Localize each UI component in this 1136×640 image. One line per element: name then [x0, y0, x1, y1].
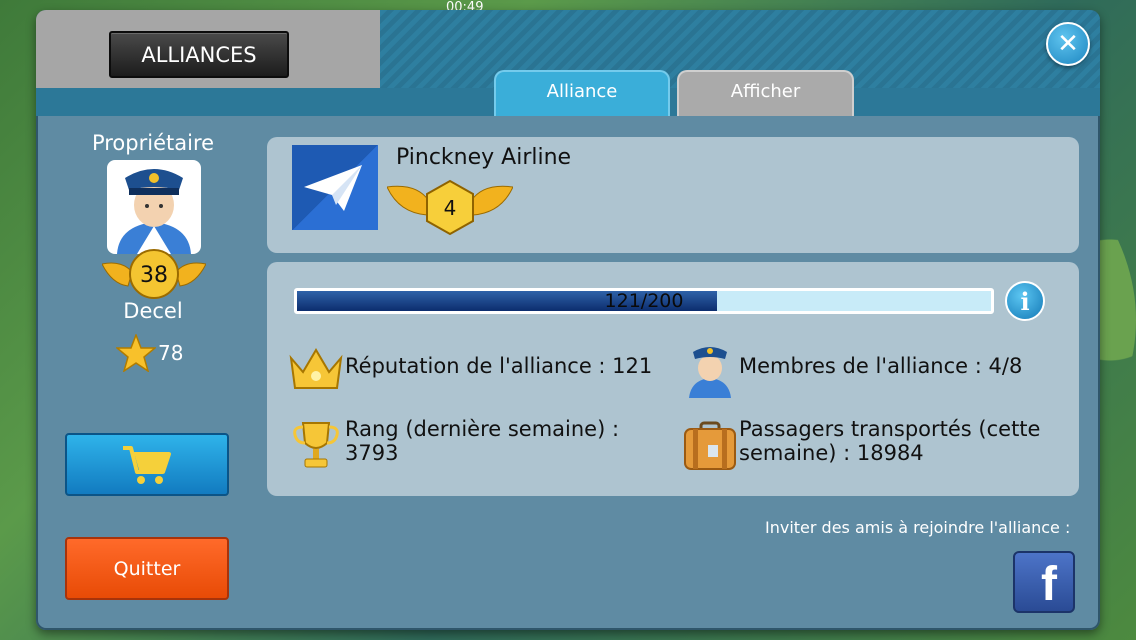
- stat-rank: Rang (dernière semaine) : 3793: [287, 417, 619, 475]
- pilot-avatar-icon: [117, 169, 191, 254]
- alliance-name: Pinckney Airline: [396, 145, 572, 170]
- rank-text: Rang (dernière semaine) : 3793: [345, 417, 619, 465]
- reputation-text: Réputation de l'alliance : 121: [345, 354, 653, 378]
- passengers-line-1: Passagers transportés (cette: [739, 417, 1041, 441]
- members-text: Membres de l'alliance : 4/8: [739, 354, 1023, 378]
- pilot-member-icon: [689, 347, 731, 398]
- owner-name: Decel: [123, 299, 183, 323]
- owner-stars: 78: [116, 334, 184, 372]
- rank-line-2: 3793: [345, 441, 399, 465]
- owner-label: Propriétaire: [91, 131, 215, 155]
- dialog-title: ALLIANCES: [109, 31, 289, 78]
- paper-plane-icon: [304, 165, 362, 211]
- suitcase-icon: [684, 421, 736, 470]
- reputation-progress-bar: 121/200: [294, 288, 994, 314]
- owner-level-badge: 38: [102, 249, 206, 299]
- close-icon: ✕: [1057, 29, 1079, 59]
- alliance-level: 4: [444, 196, 457, 220]
- owner-level: 38: [140, 263, 168, 288]
- invite-text: Inviter des amis à rejoindre l'alliance …: [765, 518, 1071, 537]
- shopping-cart-icon: [123, 445, 171, 484]
- close-button[interactable]: ✕: [1046, 22, 1090, 66]
- tab-alliance[interactable]: Alliance: [494, 70, 670, 116]
- shop-button[interactable]: [65, 433, 229, 496]
- passengers-line-2: semaine) : 18984: [739, 441, 924, 465]
- alliance-header-card: Pinckney Airline 4: [267, 137, 1079, 253]
- passengers-text: Passagers transportés (cette semaine) : …: [739, 417, 1040, 465]
- facebook-icon: f: [1041, 558, 1057, 611]
- owner-star-count: 78: [158, 341, 184, 365]
- crown-icon: [289, 348, 343, 389]
- star-icon: [116, 334, 156, 372]
- alliance-stats-card: 121/200 i Réputation de l'alliance : 121…: [267, 262, 1079, 496]
- quit-button[interactable]: Quitter: [65, 537, 229, 600]
- alliance-level-badge: 4: [387, 179, 513, 236]
- rank-line-1: Rang (dernière semaine) :: [345, 417, 620, 441]
- alliance-dialog: ALLIANCES ✕ Alliance Afficher Propriétai…: [36, 10, 1100, 630]
- info-icon: i: [1020, 286, 1030, 316]
- info-button[interactable]: i: [1005, 281, 1045, 321]
- alliance-logo: [292, 145, 378, 230]
- tab-afficher[interactable]: Afficher: [677, 70, 854, 116]
- facebook-invite-button[interactable]: f: [1013, 551, 1075, 613]
- stat-passengers: Passagers transportés (cette semaine) : …: [681, 417, 1040, 475]
- reputation-progress-text: 121/200: [604, 290, 684, 312]
- stat-members: Membres de l'alliance : 4/8: [681, 340, 1022, 398]
- stat-reputation: Réputation de l'alliance : 121: [287, 340, 652, 398]
- owner-avatar[interactable]: [107, 160, 201, 254]
- trophy-icon: [293, 422, 339, 468]
